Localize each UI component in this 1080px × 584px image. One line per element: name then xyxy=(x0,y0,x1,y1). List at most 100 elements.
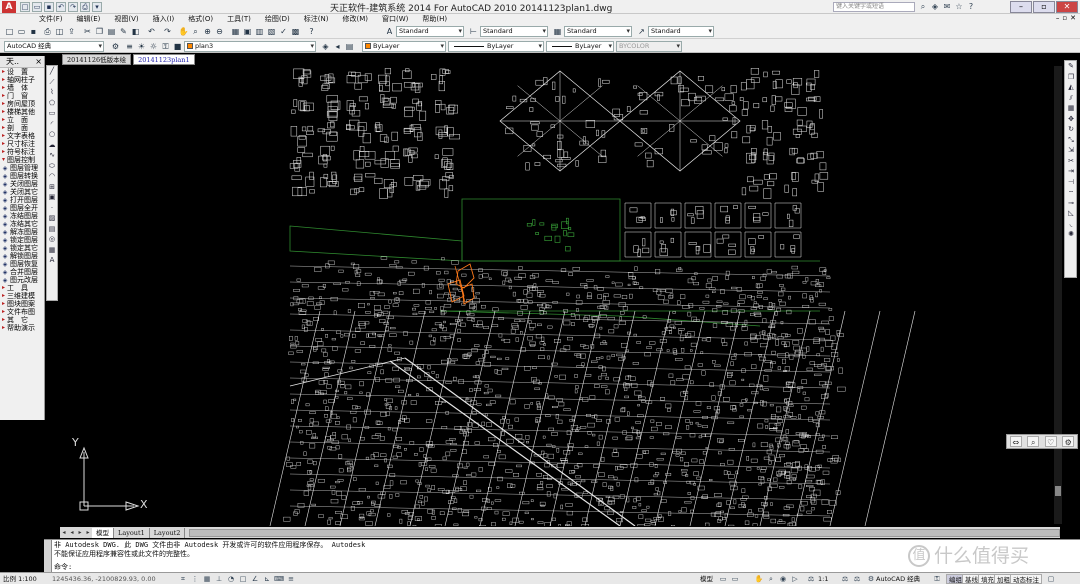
scroll-thumb[interactable] xyxy=(1055,486,1061,496)
layer-color-swatch-icon[interactable]: ■ xyxy=(172,41,183,52)
tarch-item-5[interactable]: ▸ 楼梯其他 xyxy=(0,108,44,116)
help-search-input[interactable]: 键入关键字或短语 xyxy=(833,2,915,12)
menu-edit[interactable]: 编辑(E) xyxy=(70,14,108,24)
make-object-layer-current-icon[interactable]: ◈ xyxy=(320,41,331,52)
pan-nav-icon[interactable]: ⇔ xyxy=(1009,436,1022,447)
lock-ui-icon[interactable]: ⚿ xyxy=(932,574,942,584)
layer-sun-icon[interactable]: ☼ xyxy=(148,41,159,52)
chamfer-icon[interactable]: ◺ xyxy=(1066,208,1076,218)
stretch-icon[interactable]: ⇲ xyxy=(1066,145,1076,155)
hatch-icon[interactable]: ▨ xyxy=(47,213,57,223)
dim-style-icon[interactable]: ⊢ xyxy=(468,26,479,37)
tarch-item-2[interactable]: ▸ 墙 体 xyxy=(0,84,44,92)
mtext-icon[interactable]: A xyxy=(47,255,57,265)
tarch-item-29[interactable]: ▸ 图块图案 xyxy=(0,300,44,308)
tab-model[interactable]: 模型 xyxy=(92,527,114,538)
match-properties-icon[interactable]: ✎ xyxy=(118,26,129,37)
menu-view[interactable]: 视图(V) xyxy=(107,14,145,24)
horizontal-scrollbar[interactable] xyxy=(189,528,1060,537)
menu-window[interactable]: 窗口(W) xyxy=(375,14,415,24)
line-icon[interactable]: ╱ xyxy=(47,66,57,76)
tarch-scale[interactable]: 比例 1:100 xyxy=(3,574,37,584)
last-layout-icon[interactable]: ▸ xyxy=(84,529,92,536)
tarch-item-20[interactable]: ◈ 解冻图层 xyxy=(0,228,44,236)
command-prompt-input[interactable]: 命令: xyxy=(54,563,72,571)
layer-state-icon[interactable]: ▤ xyxy=(344,41,355,52)
menu-insert[interactable]: 插入(I) xyxy=(146,14,182,24)
steering-status-icon[interactable]: ◉ xyxy=(778,574,788,584)
orbit-nav-icon[interactable]: ♡ xyxy=(1044,436,1057,447)
tarch-item-32[interactable]: ▸ 帮助演示 xyxy=(0,324,44,332)
tarch-item-6[interactable]: ▸ 立 面 xyxy=(0,116,44,124)
layer-lock-icon[interactable]: ⚿ xyxy=(160,41,171,52)
tab-layout1[interactable]: Layout1 xyxy=(114,527,150,538)
copy-clip-icon[interactable]: ❐ xyxy=(94,26,105,37)
dim-style-select[interactable]: Standard xyxy=(480,26,548,37)
dynamic-input-icon[interactable]: ⌨ xyxy=(274,574,284,584)
menu-help[interactable]: 帮助(H) xyxy=(415,14,454,24)
auto-scale-icon[interactable]: ⚖ xyxy=(852,574,862,584)
subscription-icon[interactable]: ◈ xyxy=(930,2,940,12)
menu-file[interactable]: 文件(F) xyxy=(32,14,70,24)
text-style-icon[interactable]: A xyxy=(384,26,395,37)
annotation-scale-icon[interactable]: ⚖ xyxy=(806,574,816,584)
redo-icon[interactable]: ↷ xyxy=(162,26,173,37)
tarch-item-27[interactable]: ▸ 工 具 xyxy=(0,284,44,292)
print-preview-icon[interactable]: ◫ xyxy=(54,26,65,37)
tarch-item-10[interactable]: ▸ 符号标注 xyxy=(0,148,44,156)
text-style-select[interactable]: Standard xyxy=(396,26,464,37)
scale-icon[interactable]: ⤡ xyxy=(1066,135,1076,145)
tarch-item-14[interactable]: ◈ 关闭图层 xyxy=(0,180,44,188)
tarch-item-25[interactable]: ◈ 合并图层 xyxy=(0,268,44,276)
block-editor-icon[interactable]: ◧ xyxy=(130,26,141,37)
point-icon[interactable]: · xyxy=(47,203,57,213)
explode-icon[interactable]: ✺ xyxy=(1066,229,1076,239)
break-icon[interactable]: ╌ xyxy=(1066,187,1076,197)
menu-modify[interactable]: 修改(M) xyxy=(335,14,375,24)
layer-bulb-icon[interactable]: ☀ xyxy=(136,41,147,52)
tarch-item-4[interactable]: ▸ 房间屋顶 xyxy=(0,100,44,108)
tarch-item-7[interactable]: ▸ 剖 面 xyxy=(0,124,44,132)
mirror-icon[interactable]: ◭ xyxy=(1066,82,1076,92)
tarch-item-26[interactable]: ◈ 图元改层 xyxy=(0,276,44,284)
circle-icon[interactable]: ○ xyxy=(47,129,57,139)
lineweight-select[interactable]: ByLayer xyxy=(546,41,614,52)
dropdown-arrow-icon[interactable]: ▾ xyxy=(92,2,102,12)
tarch-item-11[interactable]: ▾ 图层控制 xyxy=(0,156,44,164)
tarch-item-30[interactable]: ▸ 文件布图 xyxy=(0,308,44,316)
layer-previous-icon[interactable]: ◂ xyxy=(332,41,343,52)
tool-palettes-icon[interactable]: ▥ xyxy=(254,26,265,37)
tarch-item-28[interactable]: ▸ 三维建模 xyxy=(0,292,44,300)
rotate-icon[interactable]: ↻ xyxy=(1066,124,1076,134)
array-icon[interactable]: ▦ xyxy=(1066,103,1076,113)
erase-icon[interactable]: ✎ xyxy=(1066,61,1076,71)
object-snap-tracking-icon[interactable]: ∠ xyxy=(250,574,260,584)
quick-view-layouts-icon[interactable]: ▭ xyxy=(718,574,728,584)
cut-icon[interactable]: ✂ xyxy=(82,26,93,37)
polygon-icon[interactable]: ⬠ xyxy=(47,98,57,108)
zoom-nav-icon[interactable]: ⌕ xyxy=(1027,436,1040,447)
tarch-item-22[interactable]: ◈ 锁定其它 xyxy=(0,244,44,252)
sheet-set-icon[interactable]: ▧ xyxy=(266,26,277,37)
tarch-item-19[interactable]: ◈ 冻结其它 xyxy=(0,220,44,228)
snap-mode-icon[interactable]: ⋮ xyxy=(190,574,200,584)
zoom-window-icon[interactable]: ⊕ xyxy=(202,26,213,37)
pan-status-icon[interactable]: ✋ xyxy=(754,574,764,584)
doc-close-button[interactable]: ✕ xyxy=(1070,14,1076,22)
minimize-button[interactable]: – xyxy=(1010,1,1032,13)
drawing-canvas[interactable]: Y X xyxy=(60,66,1054,526)
layer-select[interactable]: plan3 xyxy=(184,41,316,52)
table-style-icon[interactable]: ▦ xyxy=(552,26,563,37)
zoom-previous-icon[interactable]: ⊖ xyxy=(214,26,225,37)
tarch-item-8[interactable]: ▸ 文字表格 xyxy=(0,132,44,140)
move-icon[interactable]: ✥ xyxy=(1066,114,1076,124)
prev-layout-icon[interactable]: ◂ xyxy=(68,529,76,536)
construction-line-icon[interactable]: ⟋ xyxy=(47,77,57,87)
vertical-scrollbar[interactable] xyxy=(1054,66,1062,524)
multileader-style-select[interactable]: Standard xyxy=(648,26,714,37)
tarch-item-31[interactable]: ▸ 其 它 xyxy=(0,316,44,324)
linetype-select[interactable]: ByLayer xyxy=(448,41,544,52)
ellipse-icon[interactable]: ⬭ xyxy=(47,161,57,171)
restore-button[interactable]: ▫ xyxy=(1033,1,1055,13)
model-space-toggle[interactable]: 模型 xyxy=(700,574,713,584)
